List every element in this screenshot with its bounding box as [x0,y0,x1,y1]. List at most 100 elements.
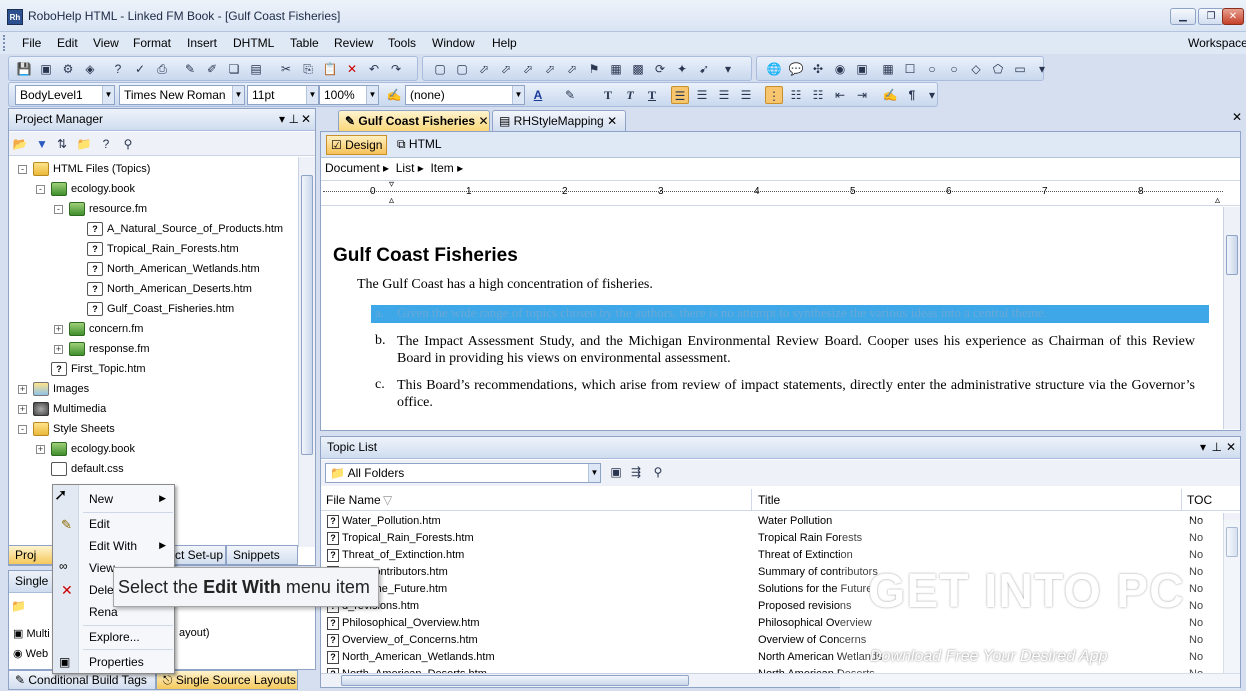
pin-icon[interactable]: ⊥ [289,112,299,126]
menu-table[interactable]: Table [290,36,319,50]
refresh-icon[interactable]: ⟳ [651,60,669,78]
track-changes-icon[interactable]: ✐ [203,60,221,78]
style-select[interactable]: BodyLevel1 ▼ [15,85,115,105]
expand-icon[interactable]: ⬀ [541,60,559,78]
editor-scroll-thumb[interactable] [1226,235,1238,275]
tree-item[interactable]: ? First_Topic.htm [51,361,146,377]
breadcrumb-item[interactable]: Item [430,161,453,175]
topic-scroll-thumb[interactable] [1226,527,1238,557]
expand-icon[interactable]: + [36,445,45,454]
table-row[interactable]: ?North_American_Deserts.htm North America… [321,666,1221,673]
indent-marker-icon[interactable]: ▵ [389,195,394,206]
expand-icon[interactable]: + [54,345,63,354]
media-icon[interactable]: ◉ [831,60,849,78]
map-icon[interactable]: ✣ [809,60,827,78]
column-file-name[interactable]: File Name [326,493,381,507]
folder-select[interactable]: 📁 All Folders ▼ [325,463,601,483]
new-folder-icon[interactable]: 📁 [75,135,93,153]
tree-item[interactable]: response.fm [69,341,150,357]
image-icon[interactable]: ▩ [629,60,647,78]
ctx-new[interactable]: New [89,492,113,506]
close-tab-icon[interactable]: ✕ [478,114,488,128]
close-editor-icon[interactable]: ✕ [1232,110,1242,124]
size-select[interactable]: 11pt ▼ [247,85,319,105]
bold-icon[interactable]: T [599,86,617,104]
design-view-button[interactable]: ☑ Design [326,135,388,155]
menu-format[interactable]: Format [133,36,171,50]
print-icon[interactable]: ⎙ [153,60,171,78]
collapse-icon[interactable]: - [36,185,45,194]
bulleted-list-icon[interactable]: ☷ [787,86,805,104]
form-icon[interactable]: ▦ [879,60,897,78]
minimize-button[interactable]: ▁ [1170,8,1196,25]
table-row[interactable]: ? Water_Pollution.htm Water Pollution No [321,513,1221,530]
tree-item[interactable]: default.css [51,461,124,477]
tree-item[interactable]: ecology.book [51,441,135,457]
indent-icon[interactable]: ⇥ [853,86,871,104]
redo-icon[interactable]: ↷ [387,60,405,78]
tab-single-source-layouts[interactable]: ⎋ Single Source Layouts [156,670,298,690]
expand-icon[interactable]: + [54,325,63,334]
flash-icon[interactable]: ▣ [853,60,871,78]
align-center-icon[interactable]: ☰ [693,86,711,104]
toolbar-options-icon[interactable]: ▾ [923,86,941,104]
toolbar-options-icon[interactable]: ▾ [1033,60,1051,78]
breadcrumb-list[interactable]: List [396,161,415,175]
expand-icon[interactable]: + [18,385,27,394]
zoom-select[interactable]: 100% ▼ [319,85,379,105]
panel-menu-icon[interactable]: ▾ [279,112,285,126]
spellcheck-icon[interactable]: ✓ [131,60,149,78]
ruler[interactable]: 0 1 2 3 4 5 6 7 8 ▿ ▵ ▵ [321,179,1240,206]
tree-item[interactable]: concern.fm [69,321,143,337]
properties-icon[interactable]: ▣ [607,463,625,481]
new-topic-icon[interactable]: ▢ [431,60,449,78]
column-title[interactable]: Title [758,493,780,507]
layout-web[interactable]: ◉ Web [13,647,48,660]
column-divider[interactable] [1181,489,1182,511]
tree-item[interactable]: ? Tropical_Rain_Forests.htm [87,241,239,257]
tree-item[interactable]: ? North_American_Wetlands.htm [87,261,260,277]
crossref-icon[interactable]: ⬀ [563,60,581,78]
review-icon[interactable]: ❏ [225,60,243,78]
selected-list-item[interactable]: a. Given the wide range of topics chosen… [371,305,1209,323]
breadcrumb-document[interactable]: Document [325,161,380,175]
filter-icon[interactable]: ▼ [33,135,51,153]
close-tab-icon[interactable]: ✕ [607,114,617,128]
pen-icon[interactable]: ✎ [181,60,199,78]
right-indent-marker-icon[interactable]: ▵ [1215,195,1220,206]
tab-project-setup[interactable]: ct Set-up [168,545,226,565]
document-area[interactable]: Gulf Coast Fisheries The Gulf Coast has … [321,207,1224,415]
menu-view[interactable]: View [93,36,119,50]
panel-menu-icon[interactable]: ▾ [1200,440,1206,454]
menu-edit[interactable]: Edit [57,36,78,50]
collapse-icon[interactable]: - [18,165,27,174]
ctx-explore[interactable]: Explore... [89,630,140,644]
diamond-icon[interactable]: ◇ [967,60,985,78]
tab-project[interactable]: Proj [8,545,58,565]
tree-item[interactable]: ? Gulf_Coast_Fisheries.htm [87,301,234,317]
font-color-icon[interactable]: A [529,86,547,104]
justify-icon[interactable]: ☰ [737,86,755,104]
expand-icon[interactable]: + [18,405,27,414]
menu-file[interactable]: File [22,36,41,50]
collapse-icon[interactable]: - [18,425,27,434]
pointer-icon[interactable]: ➹ [695,60,713,78]
font-select[interactable]: Times New Roman ▼ [119,85,245,105]
properties-icon[interactable]: ▤ [247,60,265,78]
tab-gulf-coast-fisheries[interactable]: ✎ Gulf Coast Fisheries ✕ [338,110,490,131]
format-painter-icon[interactable]: ✍ [881,86,899,104]
tree-scrollbar[interactable] [298,157,315,547]
italic-icon[interactable]: T [621,86,639,104]
column-toc[interactable]: TOC [1187,493,1212,507]
ctx-rename[interactable]: Rena [89,605,118,619]
popup-icon[interactable]: ⬀ [519,60,537,78]
comment-icon[interactable]: 💬 [787,60,805,78]
help-icon[interactable]: ? [97,135,115,153]
table-row[interactable]: ? Overview_of_Concerns.htm Overview of Con… [321,632,1221,649]
table-row[interactable]: ? Tropical_Rain_Forests.htm Tropical Rain … [321,530,1221,547]
topic-list-scrollbar[interactable] [1223,513,1240,673]
monitor-icon[interactable]: ▭ [1011,60,1029,78]
new-page-icon[interactable]: ▢ [453,60,471,78]
delete-icon[interactable]: ✕ [343,60,361,78]
topic-list-hscrollbar[interactable] [321,673,1240,687]
